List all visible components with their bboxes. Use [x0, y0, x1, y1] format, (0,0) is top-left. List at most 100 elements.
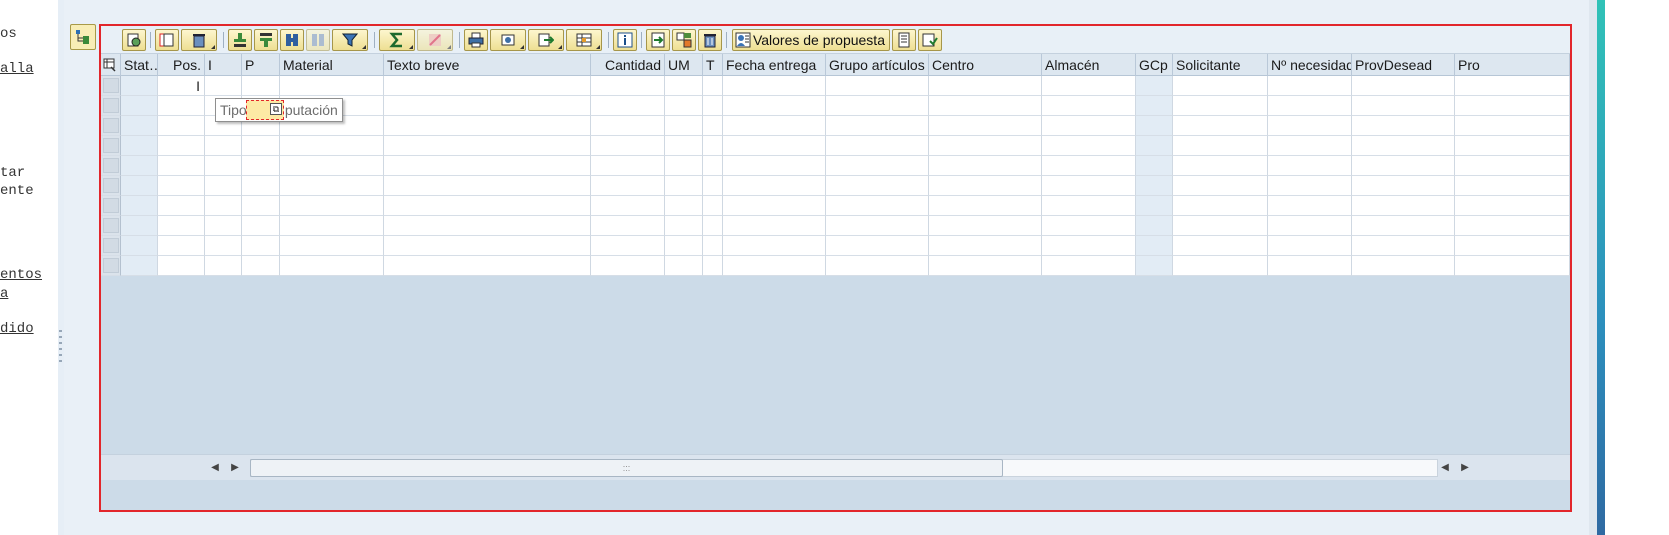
table-cell[interactable]: [665, 136, 703, 156]
table-cell[interactable]: [158, 96, 205, 116]
left-menu-item[interactable]: a: [0, 285, 8, 303]
add-row-button[interactable]: [646, 29, 670, 51]
table-cell[interactable]: [1136, 116, 1173, 136]
table-cell[interactable]: [205, 216, 242, 236]
table-cell[interactable]: [242, 76, 280, 96]
table-cell[interactable]: [591, 76, 665, 96]
table-cell[interactable]: [1136, 196, 1173, 216]
table-cell[interactable]: [1352, 176, 1455, 196]
table-cell[interactable]: [703, 176, 723, 196]
views-button[interactable]: [490, 29, 526, 51]
table-cell[interactable]: [1455, 96, 1570, 116]
table-cell[interactable]: [1173, 76, 1268, 96]
row-selector[interactable]: [101, 76, 121, 96]
table-cell[interactable]: [384, 156, 591, 176]
table-cell[interactable]: [723, 76, 826, 96]
table-cell[interactable]: [1268, 116, 1352, 136]
table-cell[interactable]: [242, 136, 280, 156]
row-selector[interactable]: [101, 116, 121, 136]
table-cell[interactable]: [158, 196, 205, 216]
table-cell[interactable]: [1455, 76, 1570, 96]
table-cell[interactable]: [384, 196, 591, 216]
table-cell[interactable]: [1352, 236, 1455, 256]
table-cell[interactable]: [1136, 216, 1173, 236]
table-cell[interactable]: [703, 236, 723, 256]
sum-button[interactable]: [379, 29, 415, 51]
table-cell[interactable]: [121, 96, 158, 116]
table-cell[interactable]: [158, 216, 205, 236]
table-cell[interactable]: [826, 116, 929, 136]
table-cell[interactable]: [826, 136, 929, 156]
table-cell[interactable]: [723, 176, 826, 196]
table-cell[interactable]: [723, 116, 826, 136]
table-cell[interactable]: [280, 196, 384, 216]
table-cell[interactable]: [1173, 256, 1268, 276]
table-cell[interactable]: [384, 116, 591, 136]
col-header-plant[interactable]: Centro: [929, 54, 1042, 76]
account-assignment-cell[interactable]: ⧉: [246, 100, 284, 120]
table-cell[interactable]: [158, 176, 205, 196]
table-cell[interactable]: [826, 196, 929, 216]
table-cell[interactable]: [158, 236, 205, 256]
table-cell[interactable]: [1268, 96, 1352, 116]
table-cell[interactable]: [826, 216, 929, 236]
col-header-pos[interactable]: Pos.: [158, 54, 205, 76]
table-cell[interactable]: [929, 76, 1042, 96]
table-cell[interactable]: [205, 196, 242, 216]
table-cell[interactable]: [1136, 156, 1173, 176]
table-cell[interactable]: [1455, 156, 1570, 176]
table-cell[interactable]: [158, 116, 205, 136]
table-cell[interactable]: [158, 256, 205, 276]
table-cell[interactable]: [1136, 256, 1173, 276]
sort-asc-button[interactable]: [228, 29, 252, 51]
table-cell[interactable]: [280, 256, 384, 276]
table-cell[interactable]: [384, 176, 591, 196]
table-cell[interactable]: [1352, 116, 1455, 136]
table-cell[interactable]: [703, 96, 723, 116]
table-cell[interactable]: [826, 256, 929, 276]
info-button[interactable]: [613, 29, 637, 51]
copy-row-button[interactable]: [672, 29, 696, 51]
table-cell[interactable]: [591, 136, 665, 156]
table-row[interactable]: [101, 216, 1570, 236]
table-cell[interactable]: [1136, 76, 1173, 96]
table-cell[interactable]: [205, 136, 242, 156]
col-header-um[interactable]: UM: [665, 54, 703, 76]
table-cell[interactable]: [1352, 156, 1455, 176]
table-cell[interactable]: [121, 256, 158, 276]
table-cell[interactable]: [1352, 256, 1455, 276]
table-cell[interactable]: [158, 136, 205, 156]
table-cell[interactable]: [1268, 216, 1352, 236]
table-cell[interactable]: [1352, 196, 1455, 216]
row-selector[interactable]: [101, 196, 121, 216]
table-row[interactable]: [101, 236, 1570, 256]
table-cell[interactable]: [121, 236, 158, 256]
table-cell[interactable]: [1268, 256, 1352, 276]
table-cell[interactable]: [703, 136, 723, 156]
table-cell[interactable]: [1455, 256, 1570, 276]
table-cell[interactable]: [1042, 196, 1136, 216]
col-header-pro[interactable]: Pro: [1455, 54, 1570, 76]
table-cell[interactable]: [826, 76, 929, 96]
row-selector[interactable]: [101, 136, 121, 156]
table-cell[interactable]: [929, 176, 1042, 196]
left-menu-item[interactable]: alla: [0, 60, 34, 78]
row-selector[interactable]: [101, 236, 121, 256]
table-cell[interactable]: [723, 136, 826, 156]
row-selector[interactable]: [101, 156, 121, 176]
table-cell[interactable]: [1042, 136, 1136, 156]
col-header-imputation[interactable]: I: [205, 54, 242, 76]
scroll-left-icon[interactable]: ◀: [207, 460, 223, 476]
table-cell[interactable]: [1173, 136, 1268, 156]
table-cell[interactable]: [1173, 196, 1268, 216]
table-cell[interactable]: [591, 236, 665, 256]
select-all-button[interactable]: [155, 29, 179, 51]
col-header-t[interactable]: T: [703, 54, 723, 76]
col-header-material-group[interactable]: Grupo artículos: [826, 54, 929, 76]
table-cell[interactable]: [665, 116, 703, 136]
details-button[interactable]: [122, 29, 146, 51]
table-cell[interactable]: [280, 236, 384, 256]
col-header-storage[interactable]: Almacén: [1042, 54, 1136, 76]
table-cell[interactable]: [1173, 216, 1268, 236]
export-button[interactable]: [528, 29, 564, 51]
